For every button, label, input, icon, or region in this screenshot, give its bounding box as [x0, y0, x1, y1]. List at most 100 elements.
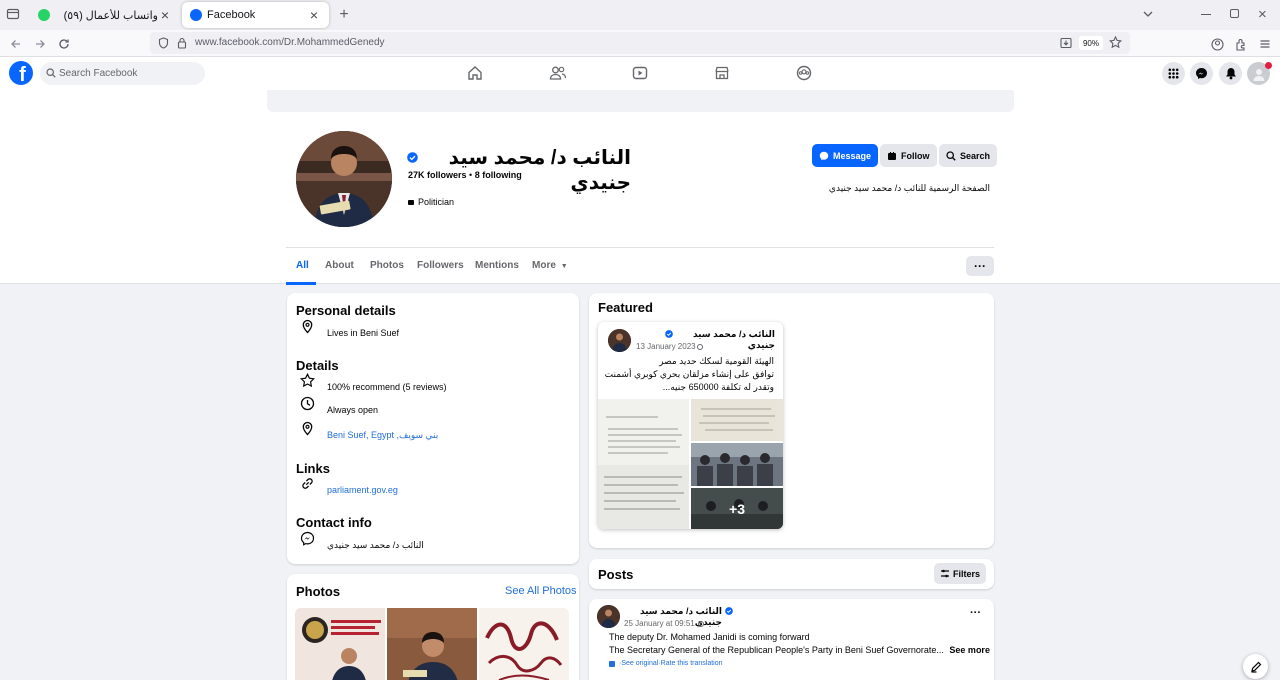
see-all-photos-link[interactable]: See All Photos	[505, 585, 577, 597]
home-icon[interactable]	[467, 65, 485, 83]
details-heading: Details	[296, 358, 339, 373]
url-text[interactable]: www.facebook.com/Dr.MohammedGenedy	[195, 37, 385, 48]
more-photos-count[interactable]: +3	[691, 488, 783, 529]
featured-photo-document[interactable]	[598, 399, 689, 529]
author-avatar[interactable]	[597, 605, 620, 628]
translate-icon	[609, 660, 615, 667]
page-category: Politician	[408, 197, 454, 207]
photos-card: Photos See All Photos	[287, 574, 579, 680]
featured-date-row: 13 January 2023	[636, 342, 703, 351]
featured-date[interactable]: 13 January 2023	[636, 342, 696, 351]
following-count[interactable]: 8 following	[475, 170, 522, 180]
photos-heading: Photos	[296, 584, 341, 599]
translation-row: · See original · Rate this translation	[609, 660, 723, 667]
more-options-button[interactable]: ···	[966, 256, 994, 276]
search-icon	[946, 150, 956, 161]
lock-icon[interactable]	[177, 37, 187, 49]
verified-badge-icon[interactable]	[407, 152, 418, 163]
tab-more[interactable]: More ▼	[532, 260, 568, 271]
zoom-level[interactable]: 90%	[1079, 36, 1103, 50]
follow-button[interactable]: Follow	[880, 144, 937, 167]
post-options-icon[interactable]: ···	[970, 607, 981, 619]
see-more-link[interactable]: See more	[949, 645, 990, 655]
forward-icon[interactable]	[31, 35, 49, 53]
rate-translation-link[interactable]: Rate this translation	[661, 660, 723, 667]
photo-thumbnail[interactable]	[479, 608, 569, 680]
chevron-down-icon[interactable]	[1142, 8, 1154, 20]
featured-post-text: الهيئة القومية لسكك حديد مصر توافق على إ…	[604, 356, 774, 392]
post-date[interactable]: 25 January at 09:51	[624, 619, 695, 628]
new-tab-icon[interactable]: +	[336, 7, 352, 23]
search-facebook-input[interactable]: Search Facebook	[40, 62, 205, 85]
featured-photo-meeting[interactable]: +3	[691, 488, 783, 529]
bookmark-star-icon[interactable]	[1109, 36, 1122, 49]
user-silhouette-icon	[1253, 68, 1264, 81]
post-date-row: 25 January at 09:51 ·	[624, 619, 705, 628]
link-icon	[300, 476, 315, 491]
verified-badge-icon	[665, 330, 673, 338]
website-link[interactable]: parliament.gov.eg	[327, 485, 398, 495]
back-icon[interactable]	[7, 35, 25, 53]
featured-photo-group[interactable]	[691, 443, 783, 486]
messenger-icon	[300, 531, 315, 546]
facebook-favicon-icon	[190, 9, 202, 21]
author-avatar[interactable]	[608, 329, 631, 352]
caret-down-icon: ▼	[560, 263, 568, 270]
tab-followers[interactable]: Followers	[417, 260, 464, 271]
cover-photo[interactable]	[267, 90, 1014, 112]
extensions-icon[interactable]	[1232, 35, 1250, 53]
profile-header: النائب د/ محمد سيد جنيدي 27K followers •…	[0, 90, 1280, 285]
filters-button[interactable]: Filters	[934, 563, 986, 584]
groups-icon[interactable]	[796, 65, 814, 83]
address-link[interactable]: Beni Suef, Egypt ,بني سويف	[327, 430, 438, 441]
tab-facebook[interactable]: Facebook ×	[182, 2, 329, 28]
star-icon	[300, 372, 315, 388]
featured-post[interactable]: النائب د/ محمد سيد جنيدي 13 January 2023…	[598, 322, 783, 529]
close-window-icon[interactable]: ×	[1258, 6, 1267, 23]
close-tab-icon[interactable]: ×	[307, 7, 321, 23]
photo-thumbnail[interactable]	[387, 608, 477, 680]
tab-list-icon[interactable]	[6, 7, 22, 23]
menu-grid-button[interactable]	[1162, 62, 1185, 85]
post-text-line: The deputy Dr. Mohamed Janidi is coming …	[609, 632, 810, 642]
search-page-button[interactable]: Search	[939, 144, 998, 167]
shield-icon[interactable]	[158, 37, 169, 49]
followers-count[interactable]: 27K followers	[408, 170, 467, 180]
account-avatar[interactable]	[1247, 62, 1272, 85]
tab-whatsapp[interactable]: واتساب للأعمال (٥٩) ×	[30, 2, 180, 28]
photo-thumbnail[interactable]	[295, 608, 385, 680]
minimize-icon[interactable]	[1201, 14, 1211, 16]
close-tab-icon[interactable]: ×	[158, 7, 172, 23]
url-bar[interactable]: www.facebook.com/Dr.MohammedGenedy 90%	[150, 32, 1130, 54]
intro-card: Personal details Lives in Beni Suef Deta…	[287, 293, 579, 564]
messenger-icon	[1196, 68, 1207, 79]
video-icon[interactable]	[632, 65, 650, 83]
clock-icon	[300, 396, 315, 411]
see-original-link[interactable]: See original	[621, 660, 658, 667]
account-icon[interactable]	[1208, 35, 1226, 53]
ellipsis-icon: ···	[974, 259, 986, 273]
globe-icon	[696, 343, 703, 350]
restore-icon[interactable]	[1230, 9, 1239, 18]
posts-header-card: Posts Filters	[589, 559, 994, 589]
menu-icon[interactable]	[1256, 35, 1274, 53]
facebook-logo-icon[interactable]: f	[9, 61, 33, 85]
profile-picture[interactable]	[293, 128, 395, 230]
featured-card: Featured النائب د/ محمد سيد جنيدي 13 Jan…	[589, 293, 994, 548]
marketplace-icon[interactable]	[714, 65, 732, 83]
verified-badge-icon	[725, 607, 733, 615]
tab-mentions[interactable]: Mentions	[475, 260, 519, 271]
notifications-button[interactable]	[1219, 62, 1242, 85]
tab-photos[interactable]: Photos	[370, 260, 404, 271]
download-page-icon[interactable]	[1060, 37, 1072, 49]
new-message-button[interactable]	[1243, 654, 1268, 679]
message-button[interactable]: Message	[812, 144, 879, 167]
tab-all[interactable]: All	[296, 260, 309, 271]
reload-icon[interactable]	[55, 35, 73, 53]
grid-icon	[1168, 68, 1179, 79]
featured-photo-letter[interactable]	[691, 399, 783, 441]
friends-icon[interactable]	[549, 65, 567, 83]
facebook-header: f Search Facebook	[0, 57, 1280, 90]
tab-about[interactable]: About	[325, 260, 354, 271]
messenger-button[interactable]	[1190, 62, 1213, 85]
